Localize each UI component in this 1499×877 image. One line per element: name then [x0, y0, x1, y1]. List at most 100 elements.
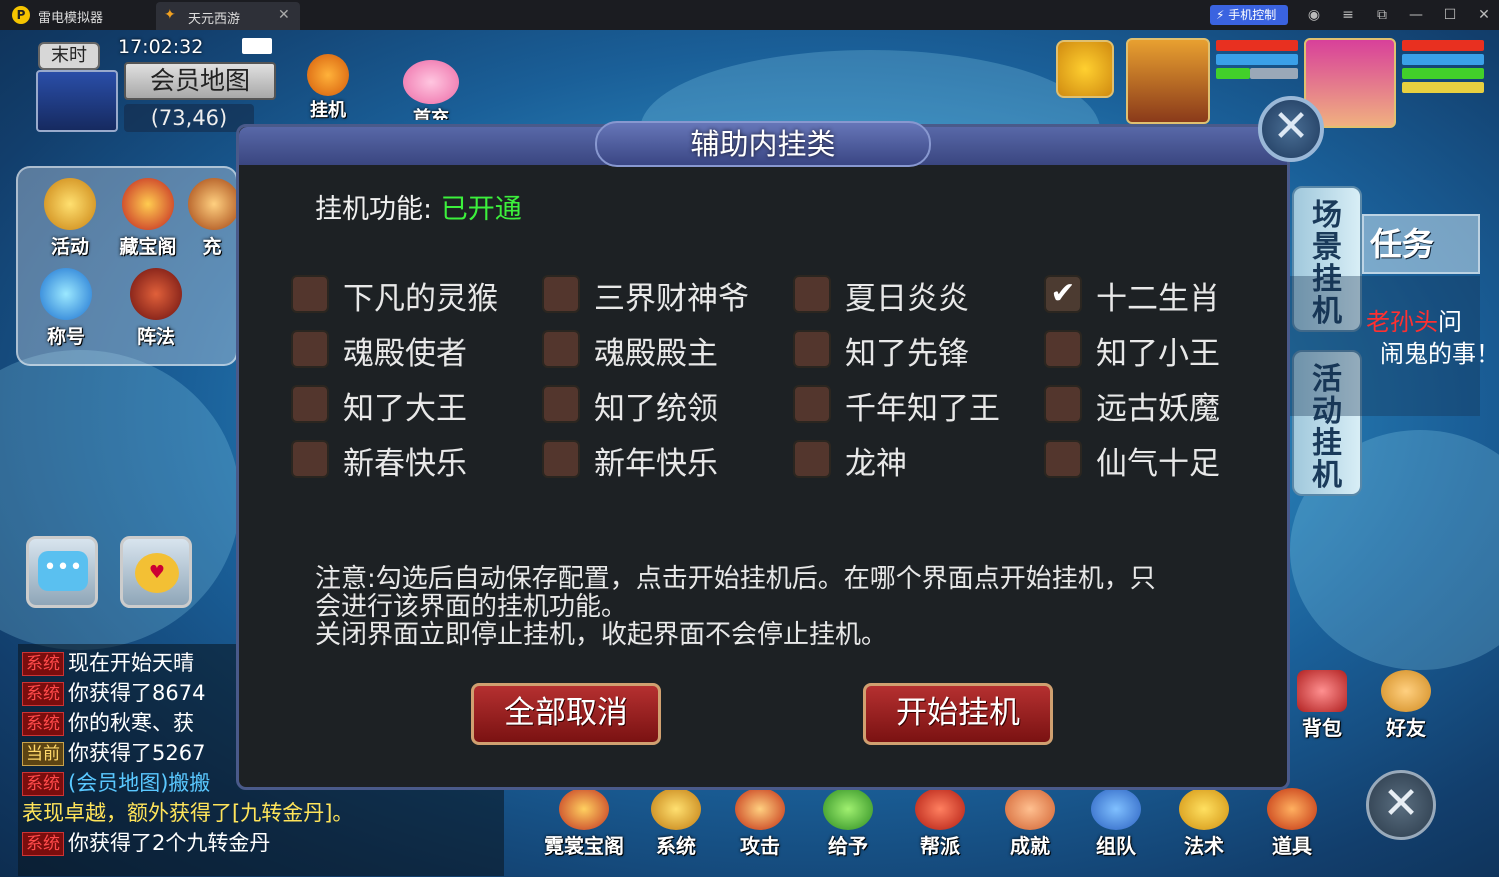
title-button[interactable]: 称号 [26, 268, 106, 349]
maximize-icon[interactable]: ☐ [1440, 5, 1460, 25]
checkbox[interactable] [793, 440, 831, 478]
checkbox[interactable] [1044, 330, 1082, 368]
player-hp-bar [1402, 40, 1484, 51]
quest-tracker[interactable]: 老孙头问 闹鬼的事！ [1290, 276, 1499, 416]
phone-control-button[interactable]: ⚡ 手机控制 [1210, 5, 1288, 25]
chat-channel-tag: 系统 [22, 772, 64, 796]
game-viewport[interactable]: 末时 17:02:32 会员地图 (73,46) 挂机 首充 活动 藏宝阁 充 … [0, 30, 1499, 877]
attack-label: 攻击 [740, 834, 780, 858]
backpack-button[interactable]: 背包 [1282, 670, 1362, 741]
popout-icon[interactable]: ⧉ [1372, 5, 1392, 25]
dialog-close-icon[interactable]: ✕ [1258, 96, 1324, 162]
treasure-pavilion-button[interactable]: 藏宝阁 [108, 178, 188, 259]
system-label: 系统 [656, 834, 696, 858]
magic-label: 法术 [1184, 834, 1224, 858]
minimap-thumbnail[interactable] [36, 70, 118, 132]
fashion-shop-button[interactable]: 霓裳宝阁 [544, 788, 624, 859]
quest-npc-name: 老孙头 [1366, 308, 1438, 336]
formation-button[interactable]: 阵法 [116, 268, 196, 349]
first-recharge-label: 首充 [413, 108, 449, 120]
checkbox[interactable] [1044, 440, 1082, 478]
start-auto-button[interactable]: 开始挂机 [863, 683, 1053, 745]
checkbox[interactable] [542, 440, 580, 478]
fashion-shop-icon [559, 788, 609, 830]
pet-portrait[interactable] [1126, 38, 1210, 124]
quest-tab-label: 任务 [1370, 225, 1435, 263]
pet-mp-bar [1216, 54, 1298, 65]
first-recharge-button[interactable]: 首充 [394, 60, 468, 120]
checkbox[interactable] [291, 330, 329, 368]
option-label: 夏日炎炎 [845, 281, 969, 317]
checkbox[interactable] [1044, 385, 1082, 423]
checkbox[interactable] [291, 385, 329, 423]
checkbox[interactable] [542, 330, 580, 368]
checkbox-checked[interactable]: ✔ [1044, 275, 1082, 313]
quest-tab[interactable]: 任务 [1362, 214, 1480, 274]
map-info-panel: 末时 17:02:32 会员地图 (73,46) [20, 34, 282, 134]
attack-button[interactable]: 攻击 [720, 788, 800, 859]
chat-text: 表现卓越，额外获得了[九转金丹]。 [22, 801, 354, 825]
chat-line: 表现卓越，额外获得了[九转金丹]。 [22, 798, 353, 828]
chat-line: 当前 你获得了5267 [22, 738, 205, 768]
option-label: 知了统领 [594, 391, 718, 427]
option-label: 十二生肖 [1096, 281, 1220, 317]
checkbox[interactable] [291, 440, 329, 478]
team-button[interactable]: 组队 [1076, 788, 1156, 859]
checkbox[interactable] [542, 385, 580, 423]
chat-line: 系统 你获得了2个九转金丹 [22, 828, 270, 868]
chat-channel-tag: 当前 [22, 742, 64, 766]
option-label: 魂殿使者 [343, 336, 467, 372]
cancel-all-button[interactable]: 全部取消 [471, 683, 661, 745]
account-icon[interactable]: ◉ [1304, 5, 1324, 25]
minimize-icon[interactable]: — [1406, 5, 1426, 25]
chat-channel-tag: 系统 [22, 682, 64, 706]
tab-game[interactable]: ✦ 天元西游 ✕ [156, 2, 300, 30]
achievement-button[interactable]: 成就 [990, 788, 1070, 859]
left-feature-menu: 活动 藏宝阁 充 称号 阵法 [16, 166, 238, 366]
quest-text: 老孙头问 [1366, 302, 1462, 337]
pet-cat-icon[interactable] [1056, 40, 1114, 98]
checkbox[interactable] [793, 385, 831, 423]
handshake-icon [1381, 670, 1431, 712]
magic-button[interactable]: 法术 [1164, 788, 1244, 859]
give-button[interactable]: 给予 [808, 788, 888, 859]
chat-line: 系统 (会员地图)搬搬 [22, 768, 210, 798]
tab-close-icon[interactable]: ✕ [278, 7, 290, 23]
notice-line: 关闭界面立即停止挂机，收起界面不会停止挂机。 [315, 620, 888, 650]
friends-button[interactable]: 好友 [1366, 670, 1446, 741]
checkbox[interactable] [793, 275, 831, 313]
map-name[interactable]: 会员地图 [124, 62, 276, 100]
fashion-shop-label: 霓裳宝阁 [544, 834, 624, 858]
chat-text: 你获得了8674 [68, 681, 206, 705]
option-label: 新春快乐 [343, 446, 467, 482]
recharge-icon [188, 178, 236, 230]
checkbox[interactable] [291, 275, 329, 313]
close-icon[interactable]: ✕ [1474, 5, 1494, 25]
collapse-menu-close-icon[interactable]: ✕ [1366, 770, 1436, 840]
emulator-titlebar: P 雷电模拟器 ✦ 天元西游 ✕ ⚡ 手机控制 ◉ ≡ ⧉ — ☐ ✕ [0, 0, 1499, 30]
system-button[interactable]: 系统 [636, 788, 716, 859]
quest-text-rest: 问 [1438, 308, 1462, 336]
chat-channel-tag: 系统 [22, 712, 64, 736]
guild-button[interactable]: 帮派 [900, 788, 980, 859]
recharge-button[interactable]: 充 [188, 178, 236, 259]
activity-label: 活动 [50, 236, 89, 258]
menu-icon[interactable]: ≡ [1338, 5, 1358, 25]
formation-label: 阵法 [136, 326, 175, 348]
checkbox[interactable] [793, 330, 831, 368]
items-label: 道具 [1272, 834, 1312, 858]
pet-button[interactable]: ♥ [120, 536, 192, 608]
option-label: 魂殿殿主 [594, 336, 718, 372]
auto-play-dialog: 辅助内挂类 挂机功能: 已开通 下凡的灵猴 三界财神爷 夏日炎炎 ✔ 十二生肖 魂殿使者 魂… [236, 121, 1290, 790]
magic-fan-icon [1179, 788, 1229, 830]
battery-icon [242, 38, 272, 54]
checkbox[interactable] [542, 275, 580, 313]
items-button[interactable]: 道具 [1252, 788, 1332, 859]
option-label: 远古妖魔 [1096, 391, 1220, 427]
option-label: 仙气十足 [1096, 446, 1220, 482]
activity-button[interactable]: 活动 [30, 178, 110, 259]
chat-button[interactable]: ••• [26, 536, 98, 608]
chat-text: 你获得了5267 [68, 741, 206, 765]
auto-battle-button[interactable]: 挂机 [300, 54, 356, 122]
chat-line: 系统 你获得了8674 [22, 678, 205, 708]
